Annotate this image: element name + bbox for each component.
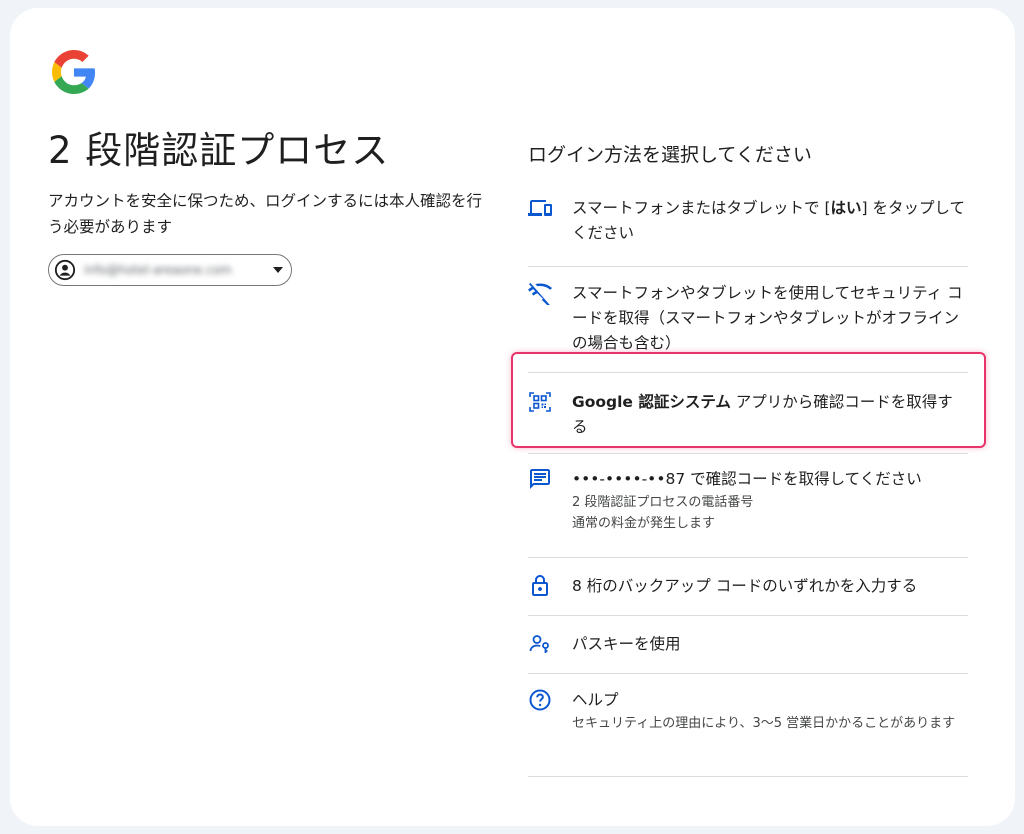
- passkey-icon: [529, 635, 549, 653]
- option-label-bold: はい: [830, 199, 862, 217]
- options-heading: ログイン方法を選択してください: [528, 144, 812, 166]
- option-offline-code[interactable]: スマートフォンやタブレットを使用してセキュリティ コードを取得（スマートフォンや…: [528, 267, 968, 373]
- option-google-authenticator[interactable]: Google 認証システム アプリから確認コードを取得する: [528, 373, 968, 454]
- option-label: パスキーを使用: [572, 635, 681, 653]
- option-help[interactable]: ヘルプ セキュリティ上の理由により、3〜5 営業日かかることがあります: [528, 674, 968, 777]
- chevron-down-icon: [273, 267, 283, 273]
- option-sms-code[interactable]: •••-••••-••87 で確認コードを取得してください 2 段階認証プロセス…: [528, 454, 968, 558]
- account-email: info@hotel-areaone.com: [84, 263, 232, 277]
- option-label: •••-••••-••87 で確認コードを取得してください: [572, 470, 922, 488]
- page-title: 2 段階認証プロセス: [48, 129, 390, 172]
- offline-phone-icon: [528, 282, 552, 305]
- option-sublabel: セキュリティ上の理由により、3〜5 営業日かかることがあります: [572, 716, 956, 731]
- page-subtitle: アカウントを安全に保つため、ログインするには本人確認を行う必要があります: [48, 192, 483, 236]
- option-sublabel: 2 段階認証プロセスの電話番号: [572, 495, 754, 510]
- account-circle-icon: [54, 259, 76, 281]
- option-label: 8 桁のバックアップ コードのいずれかを入力する: [572, 577, 918, 595]
- option-label: スマートフォンまたはタブレットで [: [572, 199, 831, 217]
- option-passkey[interactable]: パスキーを使用: [528, 616, 968, 674]
- option-tap-yes[interactable]: スマートフォンまたはタブレットで [はい] をタップしてください: [528, 182, 968, 267]
- option-label-bold: Google 認証システム: [572, 393, 731, 411]
- devices-icon: [528, 200, 552, 216]
- option-label: ヘルプ: [572, 691, 619, 709]
- help-icon: [529, 689, 551, 711]
- account-chooser[interactable]: info@hotel-areaone.com: [48, 254, 292, 286]
- qr-scan-icon: [529, 392, 551, 412]
- google-logo: [52, 50, 96, 94]
- sms-icon: [530, 469, 550, 489]
- option-label: スマートフォンやタブレットを使用してセキュリティ コードを取得（スマートフォンや…: [572, 284, 963, 352]
- signin-options: ログイン方法を選択してください スマートフォンまたはタブレットで [はい] をタ…: [528, 140, 968, 777]
- option-backup-code[interactable]: 8 桁のバックアップ コードのいずれかを入力する: [528, 558, 968, 616]
- option-sublabel: 通常の料金が発生します: [572, 516, 716, 531]
- lock-icon: [532, 575, 548, 596]
